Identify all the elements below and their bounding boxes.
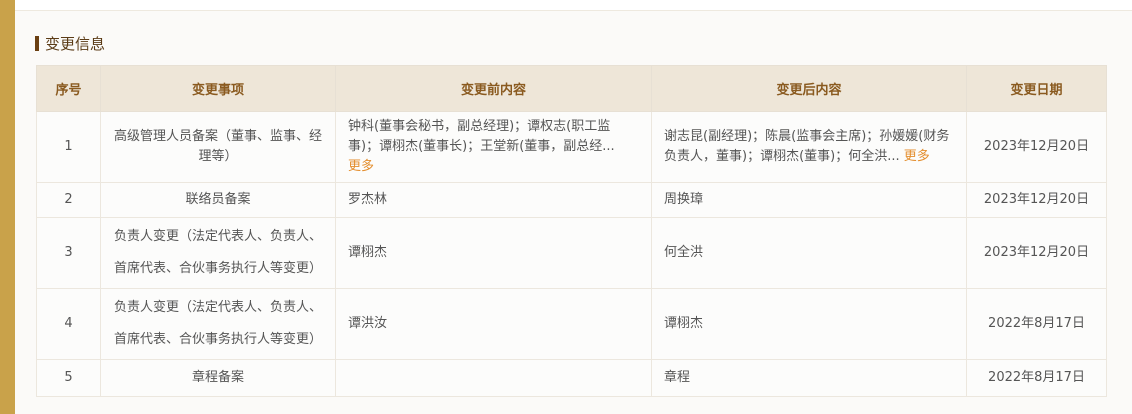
row-date: 2023年12月20日 (966, 217, 1107, 289)
row-index: 5 (36, 359, 101, 397)
header-index: 序号 (36, 65, 101, 112)
row-item: 章程备案 (100, 359, 336, 397)
row-item: 联络员备案 (100, 182, 336, 218)
row-before (335, 359, 652, 397)
row-after: 周换璋 (651, 182, 967, 218)
row-after: 何全洪 (651, 217, 967, 289)
header-after: 变更后内容 (651, 65, 967, 112)
table-row: 3 负责人变更（法定代表人、负责人、首席代表、合伙事务执行人等变更） 谭栩杰 何… (36, 217, 1107, 289)
row-index: 4 (36, 288, 101, 360)
more-link[interactable]: 更多 (904, 149, 930, 164)
row-before: 罗杰林 (335, 182, 652, 218)
top-strip (15, 0, 1132, 11)
table-header-row: 序号 变更事项 变更前内容 变更后内容 变更日期 (36, 65, 1107, 112)
row-date: 2022年8月17日 (966, 359, 1107, 397)
row-after: 谭栩杰 (651, 288, 967, 360)
header-date: 变更日期 (966, 65, 1107, 112)
row-date: 2023年12月20日 (966, 182, 1107, 218)
header-before: 变更前内容 (335, 65, 652, 112)
row-item: 负责人变更（法定代表人、负责人、首席代表、合伙事务执行人等变更） (100, 288, 336, 360)
row-after: 谢志昆(副经理)；陈晨(监事会主席)；孙媛媛(财务负责人，董事)；谭栩杰(董事)… (651, 111, 967, 183)
row-before: 谭栩杰 (335, 217, 652, 289)
row-date: 2022年8月17日 (966, 288, 1107, 360)
row-before: 谭洪汝 (335, 288, 652, 360)
more-link[interactable]: 更多 (348, 159, 374, 174)
content-panel: 变更信息 序号 变更事项 变更前内容 变更后内容 变更日期 1 高级管理人员备案… (15, 0, 1132, 414)
table-row: 4 负责人变更（法定代表人、负责人、首席代表、合伙事务执行人等变更） 谭洪汝 谭… (36, 288, 1107, 360)
before-text: 钟科(董事会秘书，副总经理)；谭权志(职工监事)；谭栩杰(董事长)；王堂新(董事… (348, 119, 615, 154)
table-row: 5 章程备案 章程 2022年8月17日 (36, 359, 1107, 397)
table-row: 2 联络员备案 罗杰林 周换璋 2023年12月20日 (36, 182, 1107, 218)
section-header: 变更信息 (35, 33, 105, 53)
row-index: 1 (36, 111, 101, 183)
section-title: 变更信息 (45, 34, 106, 53)
row-item: 负责人变更（法定代表人、负责人、首席代表、合伙事务执行人等变更） (100, 217, 336, 289)
row-index: 2 (36, 182, 101, 218)
table-row: 1 高级管理人员备案（董事、监事、经理等） 钟科(董事会秘书，副总经理)；谭权志… (36, 111, 1107, 183)
title-marker (35, 35, 39, 51)
row-index: 3 (36, 217, 101, 289)
row-date: 2023年12月20日 (966, 111, 1107, 183)
row-after: 章程 (651, 359, 967, 397)
header-item: 变更事项 (100, 65, 336, 112)
row-item: 高级管理人员备案（董事、监事、经理等） (100, 111, 336, 183)
row-before: 钟科(董事会秘书，副总经理)；谭权志(职工监事)；谭栩杰(董事长)；王堂新(董事… (335, 111, 652, 183)
change-info-table: 序号 变更事项 变更前内容 变更后内容 变更日期 1 高级管理人员备案（董事、监… (36, 65, 1107, 397)
